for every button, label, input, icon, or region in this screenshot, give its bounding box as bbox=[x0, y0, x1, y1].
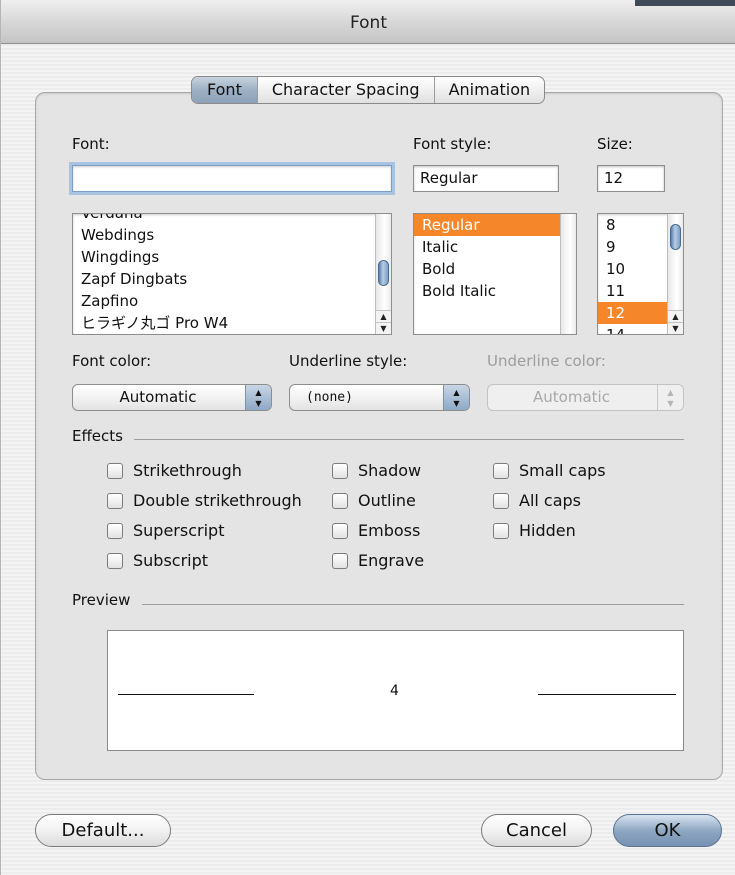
underline-color-popup: Automatic ▲ ▼ bbox=[487, 384, 684, 411]
checkbox-box[interactable] bbox=[107, 462, 123, 479]
scroll-thumb[interactable] bbox=[378, 260, 389, 286]
checkbox-box[interactable] bbox=[107, 492, 123, 509]
checkbox-box[interactable] bbox=[493, 522, 509, 539]
font-style-field[interactable]: Regular bbox=[413, 165, 559, 192]
preview-separator bbox=[142, 604, 684, 605]
font-color-label: Font color: bbox=[72, 352, 152, 370]
checkbox-box[interactable] bbox=[332, 492, 348, 509]
emboss-label: Emboss bbox=[358, 521, 421, 540]
font-list-scrollbar[interactable]: ▲ ▼ bbox=[375, 214, 391, 334]
font-list-item[interactable]: Verdana bbox=[73, 214, 391, 224]
scroll-down-arrow-icon[interactable]: ▼ bbox=[668, 322, 683, 334]
scroll-up-arrow-icon[interactable]: ▲ bbox=[668, 310, 683, 322]
strikethrough-label: Strikethrough bbox=[133, 461, 242, 480]
checkbox-box[interactable] bbox=[107, 552, 123, 569]
font-style-item[interactable]: Bold bbox=[414, 258, 576, 280]
checkbox-box[interactable] bbox=[107, 522, 123, 539]
all-caps-label: All caps bbox=[519, 491, 582, 510]
ok-button[interactable]: OK bbox=[613, 814, 722, 847]
effects-label: Effects bbox=[72, 427, 123, 445]
size-label: Size: bbox=[597, 135, 633, 153]
font-style-item-selected[interactable]: Regular bbox=[414, 214, 576, 236]
engrave-checkbox[interactable]: Engrave bbox=[332, 551, 424, 570]
small-caps-label: Small caps bbox=[519, 461, 606, 480]
checkbox-box[interactable] bbox=[332, 522, 348, 539]
preview-baseline-left bbox=[118, 694, 254, 695]
scroll-down-arrow-icon[interactable]: ▼ bbox=[376, 322, 391, 334]
subscript-checkbox[interactable]: Subscript bbox=[107, 551, 208, 570]
preview-label: Preview bbox=[72, 591, 131, 609]
engrave-label: Engrave bbox=[358, 551, 425, 570]
font-color-popup[interactable]: Automatic ▲ ▼ bbox=[72, 384, 272, 411]
popup-arrows-icon: ▲ ▼ bbox=[657, 385, 683, 410]
size-field[interactable]: 12 bbox=[597, 165, 665, 192]
background-window-edge bbox=[635, 0, 735, 6]
tab-character-spacing[interactable]: Character Spacing bbox=[258, 77, 435, 103]
subscript-label: Subscript bbox=[133, 551, 209, 570]
tab-font[interactable]: Font bbox=[192, 77, 258, 103]
size-list[interactable]: 8 9 10 11 12 14 ▲ ▼ bbox=[597, 213, 684, 335]
preview-baseline-right bbox=[538, 694, 676, 695]
double-strikethrough-checkbox[interactable]: Double strikethrough bbox=[107, 491, 302, 510]
checkbox-box[interactable] bbox=[493, 492, 509, 509]
font-list[interactable]: Verdana Webdings Wingdings Zapf Dingbats… bbox=[72, 213, 392, 335]
outline-checkbox[interactable]: Outline bbox=[332, 491, 416, 510]
underline-style-label: Underline style: bbox=[289, 352, 408, 370]
font-style-label: Font style: bbox=[413, 135, 492, 153]
font-list-item[interactable]: Wingdings bbox=[73, 246, 391, 268]
tab-bar: Font Character Spacing Animation bbox=[191, 76, 546, 104]
hidden-label: Hidden bbox=[519, 521, 576, 540]
superscript-label: Superscript bbox=[133, 521, 225, 540]
double-strikethrough-label: Double strikethrough bbox=[133, 491, 302, 510]
strikethrough-checkbox[interactable]: Strikethrough bbox=[107, 461, 242, 480]
font-list-item[interactable]: Zapf Dingbats bbox=[73, 268, 391, 290]
size-item-selected[interactable]: 12 bbox=[598, 302, 667, 324]
font-list-item[interactable]: Zapfino bbox=[73, 290, 391, 312]
font-color-value: Automatic bbox=[119, 388, 197, 406]
effects-separator bbox=[134, 439, 684, 440]
tab-animation[interactable]: Animation bbox=[435, 77, 545, 103]
small-caps-checkbox[interactable]: Small caps bbox=[493, 461, 606, 480]
scroll-thumb[interactable] bbox=[670, 224, 681, 250]
font-name-field[interactable] bbox=[72, 165, 392, 192]
popup-arrows-icon: ▲ ▼ bbox=[443, 385, 469, 410]
title-bar[interactable]: Font bbox=[1, 0, 735, 44]
hidden-checkbox[interactable]: Hidden bbox=[493, 521, 576, 540]
underline-color-value: Automatic bbox=[533, 388, 610, 406]
underline-style-popup[interactable]: (none) ▲ ▼ bbox=[289, 384, 470, 411]
font-style-item[interactable]: Bold Italic bbox=[414, 280, 576, 302]
outline-label: Outline bbox=[358, 491, 416, 510]
checkbox-box[interactable] bbox=[332, 462, 348, 479]
font-style-item[interactable]: Italic bbox=[414, 236, 576, 258]
font-list-item[interactable]: ヒラギノ丸ゴ Pro W4 bbox=[73, 312, 391, 334]
default-button[interactable]: Default... bbox=[35, 814, 171, 847]
all-caps-checkbox[interactable]: All caps bbox=[493, 491, 581, 510]
checkbox-box[interactable] bbox=[493, 462, 509, 479]
shadow-label: Shadow bbox=[358, 461, 422, 480]
popup-arrows-icon: ▲ ▼ bbox=[245, 385, 271, 410]
size-list-scrollbar[interactable]: ▲ ▼ bbox=[667, 214, 683, 334]
cancel-button[interactable]: Cancel bbox=[481, 814, 592, 847]
preview-pane: 4 bbox=[107, 630, 684, 751]
font-list-item[interactable]: Webdings bbox=[73, 224, 391, 246]
font-style-list[interactable]: Regular Italic Bold Bold Italic bbox=[413, 213, 577, 335]
shadow-checkbox[interactable]: Shadow bbox=[332, 461, 421, 480]
checkbox-box[interactable] bbox=[332, 552, 348, 569]
font-dialog: Font Font Character Spacing Animation Fo… bbox=[0, 0, 735, 875]
preview-text: 4 bbox=[390, 683, 399, 699]
underline-style-value: (none) bbox=[306, 390, 353, 405]
font-label: Font: bbox=[72, 135, 110, 153]
scroll-up-arrow-icon[interactable]: ▲ bbox=[376, 310, 391, 322]
font-style-scrollbar[interactable] bbox=[560, 214, 576, 334]
underline-color-label: Underline color: bbox=[487, 352, 606, 370]
emboss-checkbox[interactable]: Emboss bbox=[332, 521, 420, 540]
window-title: Font bbox=[349, 13, 387, 33]
superscript-checkbox[interactable]: Superscript bbox=[107, 521, 224, 540]
